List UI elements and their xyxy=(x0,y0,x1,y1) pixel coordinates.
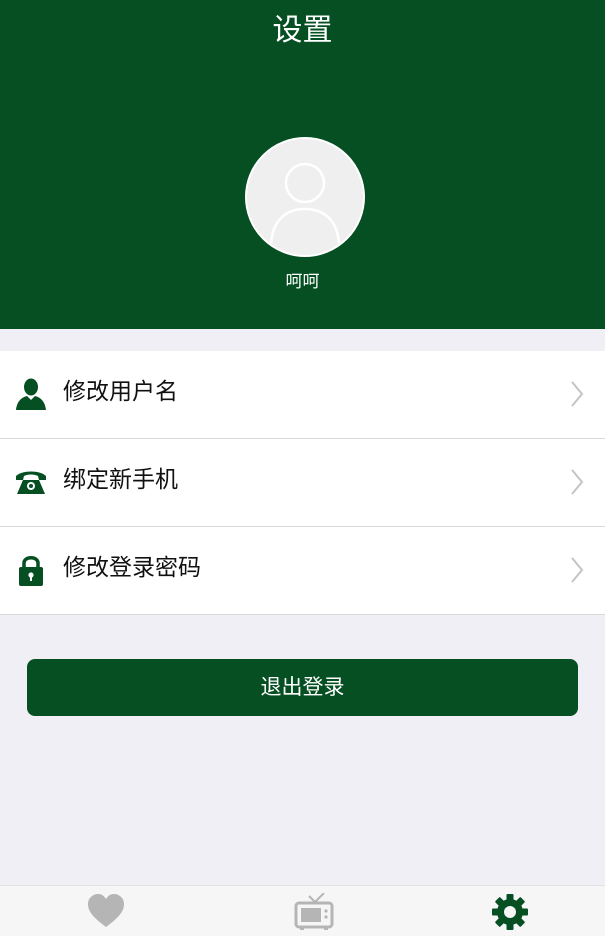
profile-header: 设置 呵呵 xyxy=(0,0,605,329)
telephone-icon xyxy=(16,471,46,494)
tv-icon xyxy=(294,893,334,930)
page-title: 设置 xyxy=(272,13,333,48)
chevron-right-icon xyxy=(571,469,584,495)
settings-item-label: 修改登录密码 xyxy=(63,555,201,581)
tab-tv[interactable] xyxy=(294,893,334,931)
user-placeholder-icon xyxy=(269,162,341,244)
chevron-right-icon xyxy=(571,381,584,407)
tab-settings[interactable] xyxy=(490,893,530,931)
avatar[interactable] xyxy=(245,137,365,257)
bottom-tab-bar xyxy=(0,885,605,936)
gear-icon xyxy=(492,894,528,930)
user-icon xyxy=(16,378,46,410)
settings-item-label: 修改用户名 xyxy=(63,379,178,405)
username: 呵呵 xyxy=(285,272,320,292)
settings-item-change-username[interactable]: 修改用户名 xyxy=(0,351,605,439)
settings-list: 修改用户名 绑定新手机 修改登录密码 xyxy=(0,351,605,615)
tab-favorites[interactable] xyxy=(86,893,126,931)
chevron-right-icon xyxy=(571,557,584,583)
settings-item-label: 绑定新手机 xyxy=(63,467,178,493)
settings-item-bind-phone[interactable]: 绑定新手机 xyxy=(0,439,605,527)
heart-icon xyxy=(88,894,124,927)
settings-page: 设置 呵呵 修改用户名 绑定新手机 修改登录密码 退出登录 xyxy=(0,0,605,936)
lock-icon xyxy=(19,556,43,586)
logout-button[interactable]: 退出登录 xyxy=(27,659,578,716)
settings-item-change-password[interactable]: 修改登录密码 xyxy=(0,527,605,615)
